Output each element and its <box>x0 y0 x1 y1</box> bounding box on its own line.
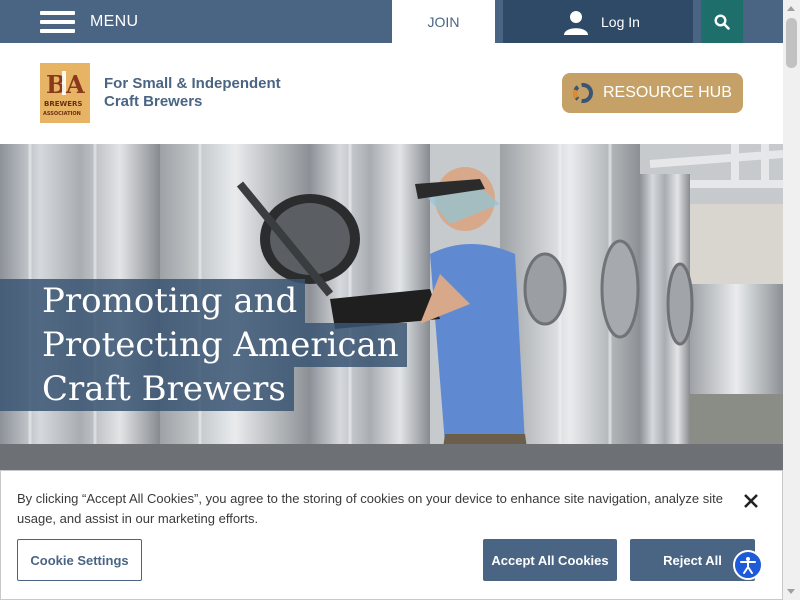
accessibility-button[interactable] <box>733 550 763 580</box>
site-tagline: For Small & Independent Craft Brewers <box>104 75 281 111</box>
menu-label: MENU <box>90 12 139 30</box>
close-icon[interactable] <box>743 493 759 509</box>
login-label: Log In <box>601 13 640 30</box>
top-nav-bar: MENU JOIN Log In <box>0 0 783 43</box>
cookie-settings-button[interactable]: Cookie Settings <box>17 539 142 581</box>
headline-line-3: Craft Brewers <box>0 367 294 411</box>
accept-all-cookies-button[interactable]: Accept All Cookies <box>483 539 617 581</box>
tagline-line-1: For Small & Independent <box>104 75 281 92</box>
scroll-thumb[interactable] <box>786 18 797 68</box>
resource-hub-label: RESOURCE HUB <box>603 84 732 101</box>
hamburger-icon <box>40 10 75 33</box>
hero-banner: Promoting and Protecting American Craft … <box>0 144 783 470</box>
tagline-line-2: Craft Brewers <box>104 93 203 110</box>
scroll-down-arrow-icon[interactable] <box>787 589 795 594</box>
svg-text:BREWERS: BREWERS <box>44 100 82 108</box>
search-button[interactable] <box>701 0 743 43</box>
cookie-consent-banner: By clicking “Accept All Cookies”, you ag… <box>0 470 783 600</box>
svg-text:A: A <box>65 70 85 99</box>
page-scrollbar[interactable] <box>783 0 800 600</box>
headline-line-2: Protecting American <box>0 323 407 367</box>
join-button[interactable]: JOIN <box>392 0 495 43</box>
headline-line-1: Promoting and <box>0 279 306 323</box>
user-icon <box>564 10 588 35</box>
svg-text:ASSOCIATION: ASSOCIATION <box>43 111 81 117</box>
menu-button[interactable]: MENU <box>40 0 138 43</box>
resource-hub-icon <box>573 83 593 103</box>
accessibility-icon <box>740 557 756 574</box>
site-header: B A BREWERS ASSOCIATION For Small & Inde… <box>0 43 783 144</box>
hero-headline: Promoting and Protecting American Craft … <box>0 279 407 411</box>
resource-hub-button[interactable]: RESOURCE HUB <box>562 73 743 113</box>
search-icon <box>714 13 730 30</box>
cookie-consent-text: By clicking “Accept All Cookies”, you ag… <box>17 491 723 526</box>
brewers-association-logo[interactable]: B A BREWERS ASSOCIATION <box>40 63 90 123</box>
scroll-up-arrow-icon[interactable] <box>787 6 795 11</box>
login-button[interactable]: Log In <box>503 0 693 43</box>
